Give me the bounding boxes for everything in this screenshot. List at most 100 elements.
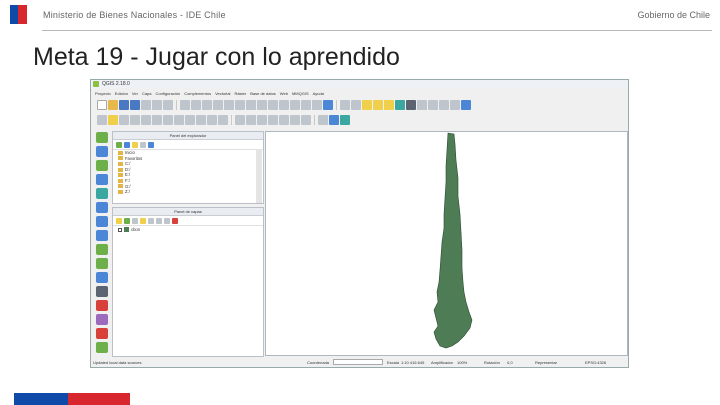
field-calculator-icon[interactable]	[406, 100, 416, 110]
remove-layer-icon[interactable]	[172, 217, 178, 224]
change-label-icon[interactable]	[301, 115, 311, 125]
new-temporary-layer-icon[interactable]	[96, 328, 108, 339]
annotation-icon[interactable]	[439, 100, 449, 110]
save-edits-icon[interactable]	[119, 115, 129, 125]
layer-item[interactable]: cbon	[113, 226, 263, 233]
move-label-icon[interactable]	[279, 115, 289, 125]
menu-capa[interactable]: Capa	[142, 91, 152, 96]
render-label[interactable]: Representar	[535, 360, 557, 365]
print-composer-icon[interactable]	[141, 100, 151, 110]
move-feature-icon[interactable]	[141, 115, 151, 125]
pan-to-selection-icon[interactable]	[191, 100, 201, 110]
processing-icon[interactable]	[329, 115, 339, 125]
georeferencer-icon[interactable]	[318, 115, 328, 125]
zoom-to-layer-icon[interactable]	[257, 100, 267, 110]
menu-edicion[interactable]: Edición	[115, 91, 128, 96]
scale-value[interactable]: 1:10 416 645	[401, 360, 424, 365]
add-group-icon[interactable]	[124, 217, 130, 224]
filter-by-expression-icon[interactable]	[148, 217, 154, 224]
new-shapefile-icon[interactable]	[96, 286, 108, 297]
redo-icon[interactable]	[218, 115, 228, 125]
zoom-actual-size-icon[interactable]	[224, 100, 234, 110]
save-project-icon[interactable]	[119, 100, 129, 110]
menu-configuracion[interactable]: Configuración	[156, 91, 181, 96]
node-tool-icon[interactable]	[152, 115, 162, 125]
bookmark-icon[interactable]	[301, 100, 311, 110]
add-vector-layer-icon[interactable]	[96, 132, 108, 143]
rotation-value[interactable]: 0,0	[507, 360, 513, 365]
properties-icon[interactable]	[148, 141, 154, 148]
identify-icon[interactable]	[340, 100, 350, 110]
zoom-last-icon[interactable]	[268, 100, 278, 110]
map-canvas[interactable]	[265, 131, 628, 356]
add-postgis-layer-icon[interactable]	[96, 160, 108, 171]
refresh-browser-icon[interactable]	[124, 141, 130, 148]
python-console-icon[interactable]	[461, 100, 471, 110]
delete-selected-icon[interactable]	[163, 115, 173, 125]
deselect-icon[interactable]	[384, 100, 394, 110]
paste-features-icon[interactable]	[196, 115, 206, 125]
label-icon[interactable]	[235, 115, 245, 125]
crs-value[interactable]: EPSG:4326	[585, 360, 606, 365]
add-wms-layer-icon[interactable]	[96, 216, 108, 227]
open-project-icon[interactable]	[108, 100, 118, 110]
add-feature-icon[interactable]	[130, 115, 140, 125]
add-wcs-layer-icon[interactable]	[96, 230, 108, 241]
menu-web[interactable]: Web	[280, 91, 288, 96]
current-edits-icon[interactable]	[97, 115, 107, 125]
new-map-view-icon[interactable]	[290, 100, 300, 110]
add-virtual-layer-icon[interactable]	[96, 272, 108, 283]
browser-item[interactable]: Z:/	[113, 189, 263, 195]
menu-complementos[interactable]: Complementos	[184, 91, 211, 96]
coordinate-field[interactable]	[333, 359, 383, 365]
digitize-icon[interactable]	[340, 115, 350, 125]
browser-scrollbar[interactable]	[256, 149, 262, 203]
add-mssql-layer-icon[interactable]	[96, 188, 108, 199]
menu-vectorial[interactable]: Vectorial	[215, 91, 230, 96]
add-oracle-layer-icon[interactable]	[96, 202, 108, 213]
filter-browser-icon[interactable]	[132, 141, 138, 148]
show-bookmarks-icon[interactable]	[312, 100, 322, 110]
magnifier-value[interactable]: 100%	[457, 360, 467, 365]
zoom-full-icon[interactable]	[235, 100, 245, 110]
add-spatialite-layer-icon[interactable]	[96, 174, 108, 185]
zoom-in-icon[interactable]	[202, 100, 212, 110]
menu-base-de-datos[interactable]: Base de datos	[250, 91, 276, 96]
add-delimited-text-icon[interactable]	[96, 258, 108, 269]
zoom-next-icon[interactable]	[279, 100, 289, 110]
expand-all-icon[interactable]	[156, 217, 162, 224]
cut-features-icon[interactable]	[174, 115, 184, 125]
zoom-to-selection-icon[interactable]	[246, 100, 256, 110]
save-as-icon[interactable]	[130, 100, 140, 110]
add-selected-layers-icon[interactable]	[116, 141, 122, 148]
collapse-layers-icon[interactable]	[164, 217, 170, 224]
toggle-editing-icon[interactable]	[108, 115, 118, 125]
show-hide-labels-icon[interactable]	[268, 115, 278, 125]
menu-raster[interactable]: Ráster	[234, 91, 246, 96]
menu-mmqgis[interactable]: MMQGIS	[292, 91, 309, 96]
rotate-label-icon[interactable]	[290, 115, 300, 125]
menu-proyecto[interactable]: Proyecto	[95, 91, 111, 96]
add-wfs-layer-icon[interactable]	[96, 244, 108, 255]
collapse-all-icon[interactable]	[140, 141, 146, 148]
menu-ver[interactable]: Ver	[132, 91, 138, 96]
gps-tools-icon[interactable]	[96, 342, 108, 353]
open-attribute-table-icon[interactable]	[395, 100, 405, 110]
add-raster-layer-icon[interactable]	[96, 146, 108, 157]
new-project-icon[interactable]	[97, 100, 107, 110]
undo-icon[interactable]	[207, 115, 217, 125]
copy-features-icon[interactable]	[185, 115, 195, 125]
manage-themes-icon[interactable]	[132, 217, 138, 224]
new-spatialite-icon[interactable]	[96, 300, 108, 311]
select-features-icon[interactable]	[362, 100, 372, 110]
select-by-expression-icon[interactable]	[373, 100, 383, 110]
map-tips-icon[interactable]	[450, 100, 460, 110]
pin-labels-icon[interactable]	[257, 115, 267, 125]
style-manager-icon[interactable]	[163, 100, 173, 110]
layer-labeling-icon[interactable]	[246, 115, 256, 125]
style-layer-icon[interactable]	[116, 217, 122, 224]
menu-ayuda[interactable]: Ayuda	[313, 91, 324, 96]
statistics-icon[interactable]	[417, 100, 427, 110]
measure-icon[interactable]	[428, 100, 438, 110]
run-feature-action-icon[interactable]	[351, 100, 361, 110]
